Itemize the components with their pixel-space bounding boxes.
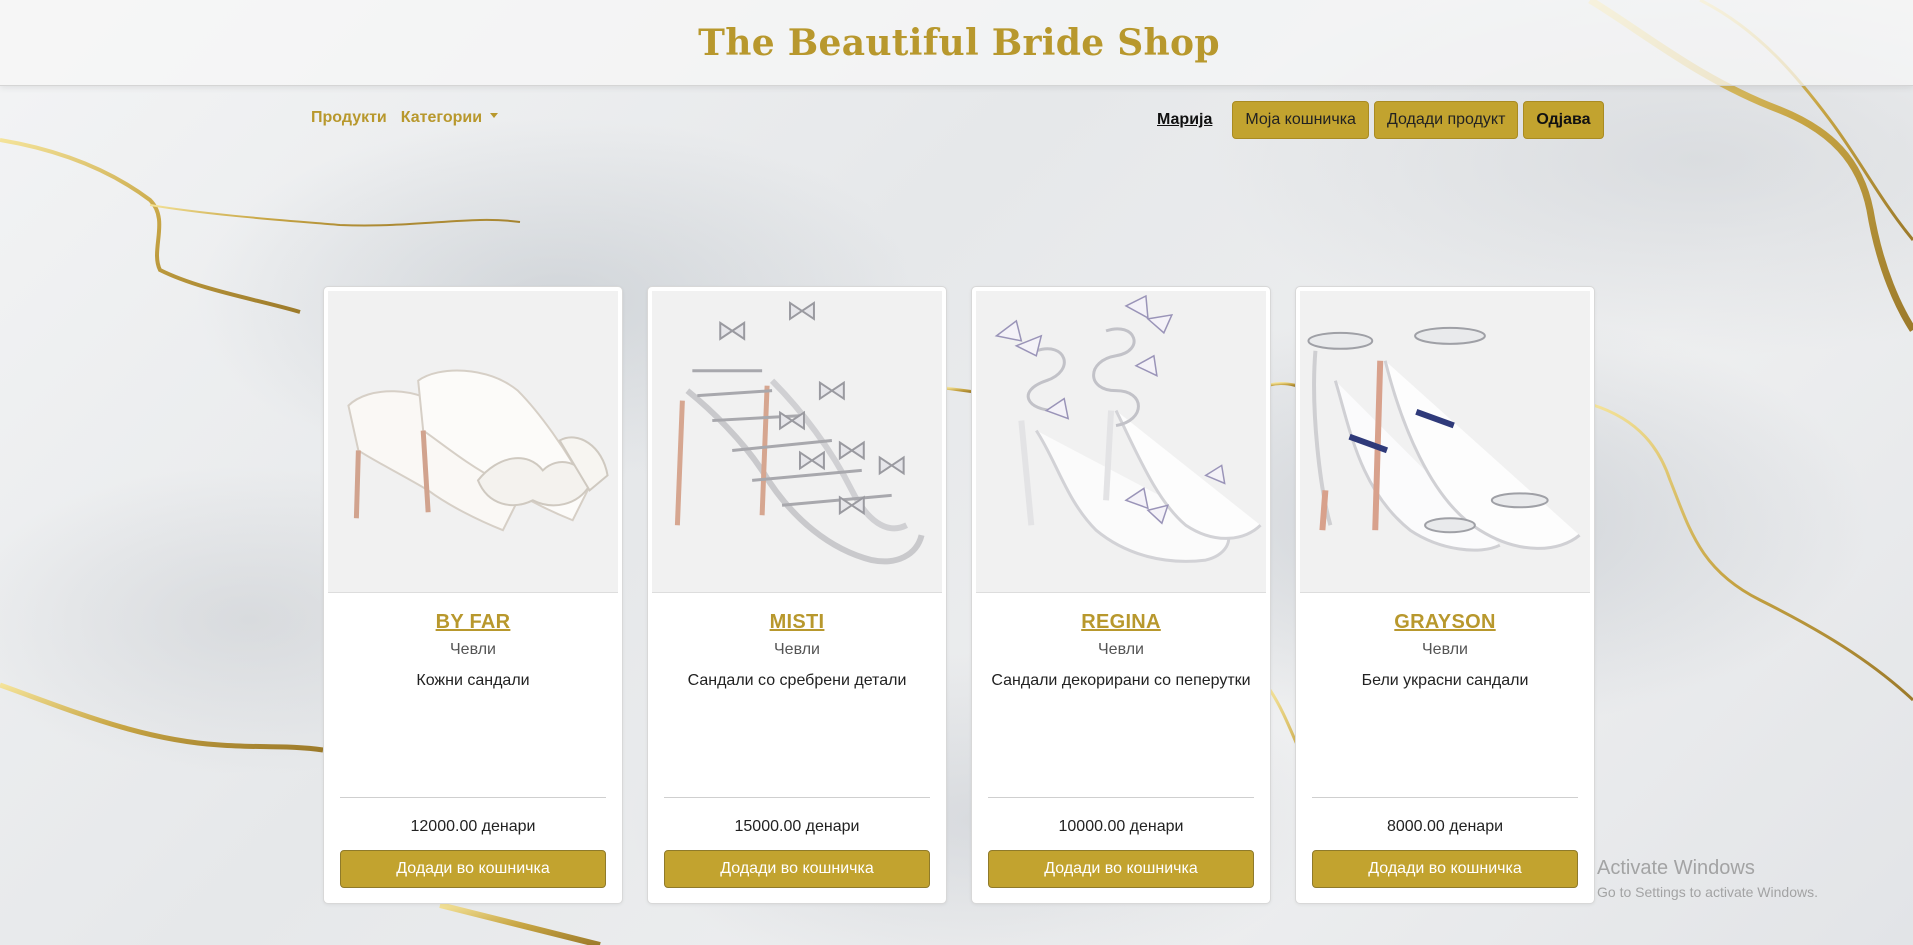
caret-down-icon <box>490 113 499 119</box>
my-cart-button[interactable]: Моја кошничка <box>1232 101 1369 139</box>
product-card: MISTI Чевли Сандали со сребрени детали 1… <box>647 286 947 904</box>
product-name-link[interactable]: BY FAR <box>436 611 511 634</box>
add-to-cart-button[interactable]: Додади во кошничка <box>1312 850 1578 888</box>
product-image <box>1300 291 1590 593</box>
add-product-button[interactable]: Додади продукт <box>1373 101 1519 139</box>
logout-button[interactable]: Одјава <box>1523 101 1604 139</box>
shoe-image-icon <box>328 291 618 592</box>
product-card: REGINA Чевли Сандали декорирани со пепер… <box>971 286 1271 904</box>
product-name-link[interactable]: MISTI <box>770 611 825 634</box>
product-price: 12000.00 денари <box>410 818 536 835</box>
product-category: Чевли <box>774 641 820 658</box>
card-divider <box>664 797 930 798</box>
card-divider <box>988 797 1254 798</box>
product-category: Чевли <box>450 641 496 658</box>
product-name-link[interactable]: GRAYSON <box>1394 611 1495 634</box>
product-description: Бели украсни сандали <box>1361 672 1529 689</box>
product-image <box>652 291 942 593</box>
product-image <box>976 291 1266 593</box>
product-category: Чевли <box>1422 641 1468 658</box>
product-description: Кожни сандали <box>416 672 530 689</box>
product-name-link[interactable]: REGINA <box>1081 611 1161 634</box>
product-category: Чевли <box>1098 641 1144 658</box>
product-grid: BY FAR Чевли Кожни сандали 12000.00 дена… <box>323 286 1595 904</box>
add-to-cart-button[interactable]: Додади во кошничка <box>664 850 930 888</box>
site-header: The Beautiful Bride Shop <box>0 0 1913 86</box>
product-image <box>328 291 618 593</box>
watermark-title: Activate Windows <box>1597 857 1755 879</box>
add-to-cart-button[interactable]: Додади во кошничка <box>340 850 606 888</box>
user-nav: Марија Моја кошничка Додади продукт Одја… <box>1157 101 1609 139</box>
shoe-image-icon <box>976 291 1266 592</box>
nav-products-link[interactable]: Продукти <box>311 109 387 127</box>
card-divider <box>1312 797 1578 798</box>
nav-categories-dropdown[interactable]: Категории <box>400 109 499 127</box>
watermark-subtitle: Go to Settings to activate Windows. <box>1597 884 1818 900</box>
user-name-link[interactable]: Марија <box>1157 111 1212 129</box>
shoe-image-icon <box>1300 291 1590 592</box>
product-card: GRAYSON Чевли Бели украсни сандали 8000.… <box>1295 286 1595 904</box>
card-divider <box>340 797 606 798</box>
product-description: Сандали со сребрени детали <box>687 672 907 689</box>
nav-categories-label: Категории <box>400 109 483 126</box>
product-price: 10000.00 денари <box>1058 818 1184 835</box>
add-to-cart-button[interactable]: Додади во кошничка <box>988 850 1254 888</box>
product-description: Сандали декорирани со пеперутки <box>991 672 1251 689</box>
product-price: 15000.00 денари <box>734 818 860 835</box>
activate-windows-watermark: Activate Windows Go to Settings to activ… <box>1597 857 1818 900</box>
shoe-image-icon <box>652 291 942 592</box>
product-price: 8000.00 денари <box>1386 818 1504 835</box>
product-card: BY FAR Чевли Кожни сандали 12000.00 дена… <box>323 286 623 904</box>
main-nav: Продукти Категории <box>311 109 499 127</box>
brand-title[interactable]: The Beautiful Bride Shop <box>698 22 1220 64</box>
